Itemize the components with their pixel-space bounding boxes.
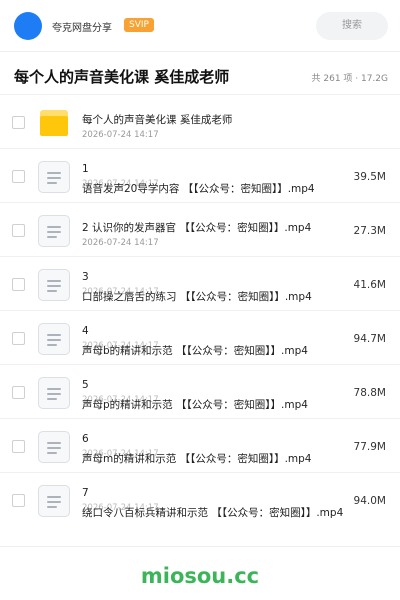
item-size: 94.7M xyxy=(353,333,386,345)
item-name: 声母p的精讲和示范 【【公众号：密知圈】】.mp4 xyxy=(82,399,308,411)
select-checkbox[interactable] xyxy=(12,386,25,399)
item-index: 4 xyxy=(82,325,89,337)
watermark: miosou.cc xyxy=(140,564,260,588)
item-name: 声母m的精讲和示范 【【公众号：密知圈】】.mp4 xyxy=(82,453,312,465)
item-size: 41.6M xyxy=(353,279,386,291)
file-icon xyxy=(38,485,70,517)
item-name: 2 认识你的发声器官 【【公众号：密知圈】】.mp4 xyxy=(82,222,312,234)
search-placeholder: 搜索 xyxy=(342,20,362,31)
list-item[interactable]: 1 2026-07-24 14:17 语音发声20导学内容 【【公众号：密知圈】… xyxy=(0,148,400,202)
item-size: 94.0M xyxy=(353,495,386,507)
item-name: 每个人的声音美化课 奚佳成老师 xyxy=(82,114,233,126)
item-name: 口部操之唇舌的练习 【【公众号：密知圈】】.mp4 xyxy=(82,291,312,303)
list-item[interactable]: 4 2026-07-24 14:17 声母b的精讲和示范 【【公众号：密知圈】】… xyxy=(0,310,400,364)
item-size: 77.9M xyxy=(353,441,386,453)
avatar[interactable] xyxy=(14,12,42,40)
select-checkbox[interactable] xyxy=(12,440,25,453)
file-list: 每个人的声音美化课 奚佳成老师 2026-07-24 14:17 1 2026-… xyxy=(0,94,400,526)
item-summary: 共 261 项 · 17.2G xyxy=(311,74,389,84)
page-title: 每个人的声音美化课 奚佳成老师 xyxy=(14,68,230,86)
item-index: 1 xyxy=(82,163,89,175)
divider xyxy=(0,546,400,547)
select-checkbox[interactable] xyxy=(12,332,25,345)
list-item[interactable]: 3 2026-07-24 14:17 口部操之唇舌的练习 【【公众号：密知圈】】… xyxy=(0,256,400,310)
file-icon xyxy=(38,215,70,247)
file-icon xyxy=(38,269,70,301)
search-input[interactable]: 搜索 xyxy=(316,12,388,40)
select-checkbox[interactable] xyxy=(12,278,25,291)
item-size: 78.8M xyxy=(353,387,386,399)
file-icon xyxy=(38,323,70,355)
item-index: 7 xyxy=(82,487,89,499)
select-checkbox[interactable] xyxy=(12,116,25,129)
item-size: 27.3M xyxy=(353,225,386,237)
select-checkbox[interactable] xyxy=(12,224,25,237)
list-item[interactable]: 7 2026-07-24 14:17 绕口令八百标兵精讲和示范 【【公众号：密知… xyxy=(0,472,400,526)
item-name: 绕口令八百标兵精讲和示范 【【公众号：密知圈】】.mp4 xyxy=(82,507,344,519)
list-item[interactable]: 5 2026-07-24 14:17 声母p的精讲和示范 【【公众号：密知圈】】… xyxy=(0,364,400,418)
select-checkbox[interactable] xyxy=(12,170,25,183)
item-index: 5 xyxy=(82,379,89,391)
folder-icon xyxy=(40,110,68,136)
list-item[interactable]: 2 认识你的发声器官 【【公众号：密知圈】】.mp4 2026-07-24 14… xyxy=(0,202,400,256)
item-name: 语音发声20导学内容 【【公众号：密知圈】】.mp4 xyxy=(82,183,315,195)
item-date: 2026-07-24 14:17 xyxy=(82,130,159,140)
share-name: 夸克网盘分享 xyxy=(52,23,112,34)
item-index: 6 xyxy=(82,433,89,445)
file-icon xyxy=(38,431,70,463)
list-item[interactable]: 6 2026-07-24 14:17 声母m的精讲和示范 【【公众号：密知圈】】… xyxy=(0,418,400,472)
list-item[interactable]: 每个人的声音美化课 奚佳成老师 2026-07-24 14:17 xyxy=(0,94,400,148)
select-checkbox[interactable] xyxy=(12,494,25,507)
item-name: 声母b的精讲和示范 【【公众号：密知圈】】.mp4 xyxy=(82,345,308,357)
svip-badge: SVIP xyxy=(124,18,154,32)
item-index: 3 xyxy=(82,271,89,283)
file-icon xyxy=(38,377,70,409)
header: 夸克网盘分享 SVIP 搜索 xyxy=(0,0,400,52)
file-icon xyxy=(38,161,70,193)
item-date: 2026-07-24 14:17 xyxy=(82,238,159,248)
item-size: 39.5M xyxy=(353,171,386,183)
